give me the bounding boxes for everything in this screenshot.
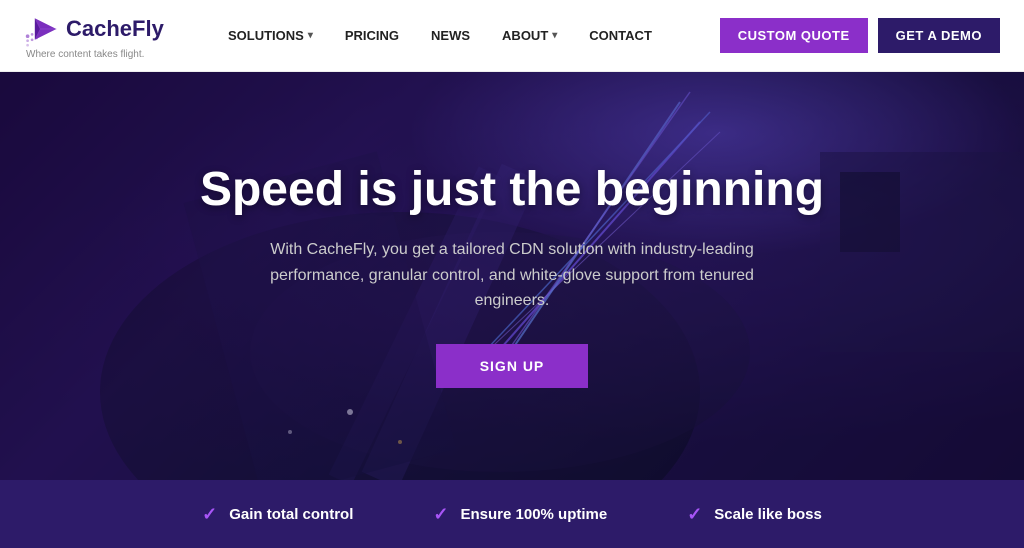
logo-icon [24, 11, 60, 47]
bottom-bar: ✓ Gain total control ✓ Ensure 100% uptim… [0, 480, 1024, 548]
bottom-label-1: Gain total control [229, 506, 353, 523]
nav-solutions[interactable]: SOLUTIONS ▾ [214, 20, 327, 51]
check-icon-1: ✓ [202, 504, 217, 525]
logo-top: CacheFly [24, 11, 164, 47]
bottom-item-scale: ✓ Scale like boss [687, 504, 822, 525]
logo-area[interactable]: CacheFly Where content takes flight. [24, 11, 184, 60]
bottom-label-3: Scale like boss [714, 506, 822, 523]
bottom-item-uptime: ✓ Ensure 100% uptime [433, 504, 607, 525]
logo-tagline: Where content takes flight. [26, 49, 144, 60]
signup-button[interactable]: SIGN UP [436, 344, 589, 388]
logo-name: CacheFly [66, 16, 164, 42]
get-demo-button[interactable]: GET A DEMO [878, 18, 1000, 53]
nav-pricing[interactable]: PRICING [331, 20, 413, 51]
nav-links: SOLUTIONS ▾ PRICING NEWS ABOUT ▾ CONTACT [214, 20, 720, 51]
nav-contact[interactable]: CONTACT [575, 20, 666, 51]
nav-about[interactable]: ABOUT ▾ [488, 20, 571, 51]
navbar: CacheFly Where content takes flight. SOL… [0, 0, 1024, 72]
hero-content: Speed is just the beginning With CacheFl… [180, 164, 844, 388]
check-icon-2: ✓ [433, 504, 448, 525]
nav-news[interactable]: NEWS [417, 20, 484, 51]
check-icon-3: ✓ [687, 504, 702, 525]
hero-title: Speed is just the beginning [200, 164, 824, 217]
bottom-item-control: ✓ Gain total control [202, 504, 353, 525]
chevron-down-icon: ▾ [308, 30, 313, 41]
bottom-label-2: Ensure 100% uptime [460, 506, 607, 523]
chevron-down-icon-about: ▾ [552, 30, 557, 41]
custom-quote-button[interactable]: CUSTOM QUOTE [720, 18, 868, 53]
hero-section: Speed is just the beginning With CacheFl… [0, 72, 1024, 480]
nav-buttons: CUSTOM QUOTE GET A DEMO [720, 18, 1000, 53]
hero-subtitle: With CacheFly, you get a tailored CDN so… [232, 237, 792, 314]
